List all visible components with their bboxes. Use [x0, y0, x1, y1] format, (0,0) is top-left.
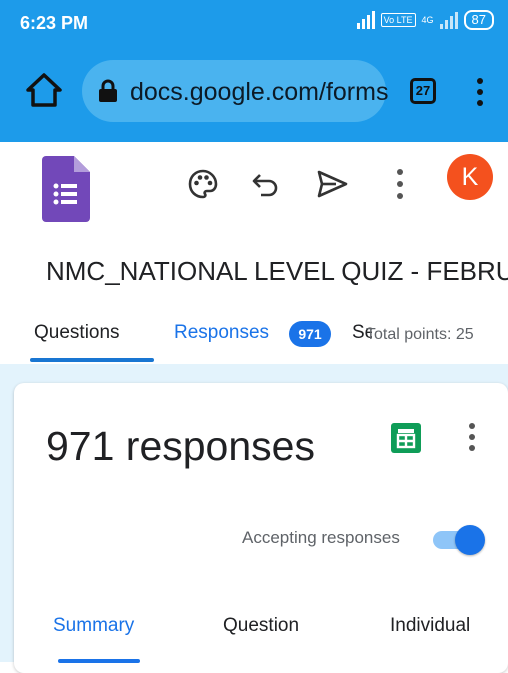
- send-icon[interactable]: [316, 168, 348, 200]
- sheets-icon[interactable]: [391, 423, 421, 453]
- tab-responses[interactable]: Responses: [174, 318, 269, 362]
- form-tabs: Questions Responses 971 Settings Total p…: [0, 318, 508, 362]
- subtab-indicator: [58, 659, 140, 663]
- avatar[interactable]: K: [447, 154, 493, 200]
- signal-icon-2: [439, 11, 458, 29]
- lock-icon: [98, 79, 118, 103]
- subtab-summary[interactable]: Summary: [53, 615, 134, 637]
- subtab-individual[interactable]: Individual: [390, 615, 470, 637]
- tab-indicator: [30, 358, 154, 362]
- accepting-responses-toggle[interactable]: [433, 523, 485, 555]
- status-time: 6:23 PM: [20, 13, 89, 33]
- status-icons: Vo LTE 4G 87: [356, 10, 494, 30]
- card-more-icon[interactable]: [463, 419, 481, 455]
- subtab-question[interactable]: Question: [223, 615, 299, 637]
- volte-icon: Vo LTE: [380, 13, 416, 27]
- network-type-icon: 4G: [421, 14, 434, 25]
- forms-toolbar: K: [0, 142, 508, 238]
- accepting-responses-label: Accepting responses: [242, 528, 400, 547]
- undo-icon[interactable]: [250, 168, 282, 200]
- browser-menu-icon[interactable]: [470, 72, 490, 112]
- signal-icon: [356, 11, 375, 29]
- battery-icon: 87: [463, 10, 494, 30]
- total-points: Total points: 25: [366, 326, 474, 343]
- browser-url-bar: docs.google.com/forms 27: [0, 46, 508, 142]
- google-forms-logo[interactable]: [42, 156, 90, 222]
- tab-questions[interactable]: Questions: [34, 318, 120, 362]
- toggle-knob: [455, 525, 485, 555]
- responses-count-badge: 971: [289, 321, 331, 347]
- form-title: NMC_NATIONAL LEVEL QUIZ - FEBRUARY: [46, 256, 508, 286]
- tab-switcher-button[interactable]: 27: [410, 78, 436, 104]
- palette-icon[interactable]: [187, 168, 219, 200]
- status-bar: 6:23 PM Vo LTE 4G 87: [0, 0, 508, 46]
- url-text: docs.google.com/forms: [130, 78, 389, 106]
- responses-card: 971 responses Accepting responses Summar…: [14, 383, 508, 673]
- url-field[interactable]: docs.google.com/forms: [82, 60, 389, 122]
- home-icon[interactable]: [24, 70, 64, 110]
- more-options-icon[interactable]: [390, 164, 410, 204]
- responses-count: 971 responses: [46, 423, 315, 469]
